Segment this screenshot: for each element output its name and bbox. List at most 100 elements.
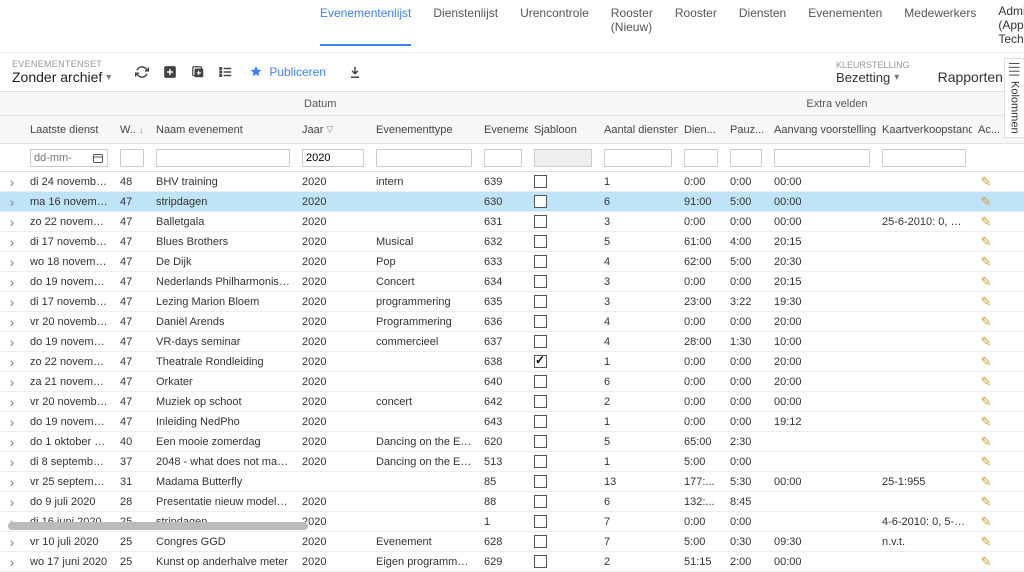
edit-icon[interactable]: ✎ — [981, 334, 992, 349]
table-row[interactable]: wo 17 juni 202025Kunst op anderhalve met… — [0, 552, 1024, 572]
cell-action[interactable]: ✎ — [972, 454, 1000, 470]
refresh-icon[interactable] — [133, 63, 151, 81]
table-row[interactable]: ma 16 novembe...47stripdagen2020630691:0… — [0, 192, 1024, 212]
cell-sjabloon[interactable] — [528, 555, 598, 568]
publish-button[interactable]: Publiceren — [249, 65, 326, 79]
nav-medewerkers[interactable]: Medewerkers — [904, 4, 976, 46]
table-row[interactable]: zo 22 november...47Theatrale Rondleiding… — [0, 352, 1024, 372]
filter-type[interactable] — [376, 149, 472, 167]
cell-action[interactable]: ✎ — [972, 254, 1000, 270]
filter-pauz[interactable] — [730, 149, 762, 167]
table-row[interactable]: vr 20 november...47Daniël Arends2020Prog… — [0, 312, 1024, 332]
col-dienst[interactable]: Dien... — [678, 124, 724, 136]
edit-icon[interactable]: ✎ — [981, 414, 992, 429]
filter-aantal[interactable] — [604, 149, 672, 167]
cell-action[interactable]: ✎ — [972, 514, 1000, 530]
nav-urencontrole[interactable]: Urencontrole — [520, 4, 589, 46]
cell-action[interactable]: ✎ — [972, 334, 1000, 350]
cell-action[interactable]: ✎ — [972, 534, 1000, 550]
cell-action[interactable]: ✎ — [972, 414, 1000, 430]
cell-action[interactable]: ✎ — [972, 234, 1000, 250]
col-sjabloon[interactable]: Sjabloon — [528, 124, 598, 136]
col-actions[interactable]: Ac... — [972, 124, 1000, 136]
cell-action[interactable]: ✎ — [972, 554, 1000, 570]
nav-evenementenlijst[interactable]: Evenementenlijst — [320, 4, 411, 46]
table-row[interactable]: vr 10 juli 202025Congres GGD2020Evenemen… — [0, 532, 1024, 552]
cell-action[interactable]: ✎ — [972, 354, 1000, 370]
nav-diensten[interactable]: Diensten — [739, 4, 786, 46]
col-aanvang[interactable]: Aanvang voorstelling — [768, 124, 876, 136]
expand-toggle[interactable] — [0, 314, 24, 330]
edit-icon[interactable]: ✎ — [981, 434, 992, 449]
list-icon[interactable] — [217, 63, 235, 81]
cell-sjabloon[interactable] — [528, 315, 598, 328]
expand-toggle[interactable] — [0, 174, 24, 190]
filter-naam[interactable] — [156, 149, 290, 167]
edit-icon[interactable]: ✎ — [981, 174, 992, 189]
table-row[interactable]: vr 25 septembe...31Madama Butterfly85131… — [0, 472, 1024, 492]
cell-sjabloon[interactable] — [528, 295, 598, 308]
filter-week[interactable] — [120, 149, 144, 167]
col-kaart[interactable]: Kaartverkoopstand — [876, 124, 972, 136]
edit-icon[interactable]: ✎ — [981, 514, 992, 529]
cell-sjabloon[interactable] — [528, 235, 598, 248]
expand-toggle[interactable] — [0, 494, 24, 510]
cell-sjabloon[interactable] — [528, 355, 598, 368]
edit-icon[interactable]: ✎ — [981, 354, 992, 369]
expand-toggle[interactable] — [0, 214, 24, 230]
cell-action[interactable]: ✎ — [972, 314, 1000, 330]
table-row[interactable]: wo 18 novembe...47De Dijk2020Pop633462:0… — [0, 252, 1024, 272]
edit-icon[interactable]: ✎ — [981, 534, 992, 549]
filter-sjabloon[interactable] — [534, 149, 592, 167]
edit-icon[interactable]: ✎ — [981, 294, 992, 309]
col-jaar[interactable]: Jaar▽ — [296, 124, 370, 136]
edit-icon[interactable]: ✎ — [981, 554, 992, 569]
cell-action[interactable]: ✎ — [972, 394, 1000, 410]
cell-action[interactable]: ✎ — [972, 274, 1000, 290]
expand-toggle[interactable] — [0, 354, 24, 370]
expand-toggle[interactable] — [0, 434, 24, 450]
cell-action[interactable]: ✎ — [972, 474, 1000, 490]
edit-icon[interactable]: ✎ — [981, 314, 992, 329]
cell-sjabloon[interactable] — [528, 455, 598, 468]
cell-sjabloon[interactable] — [528, 175, 598, 188]
edit-icon[interactable]: ✎ — [981, 254, 992, 269]
col-laatste-dienst[interactable]: Laatste dienst — [24, 124, 114, 136]
expand-toggle[interactable] — [0, 474, 24, 490]
table-row[interactable]: do 9 juli 202028Presentatie nieuw model … — [0, 492, 1024, 512]
reports-dropdown[interactable]: Rapporten▾ — [938, 69, 1012, 85]
table-row[interactable]: di 17 november...47Blues Brothers2020Mus… — [0, 232, 1024, 252]
eventset-dropdown[interactable]: Zonder archief ▾ — [12, 69, 111, 85]
table-row[interactable]: di 24 november...48BHV training2020inter… — [0, 172, 1024, 192]
cell-sjabloon[interactable] — [528, 375, 598, 388]
edit-icon[interactable]: ✎ — [981, 454, 992, 469]
cell-action[interactable]: ✎ — [972, 374, 1000, 390]
col-week[interactable]: W..↓ — [114, 124, 150, 136]
cell-sjabloon[interactable] — [528, 475, 598, 488]
cell-sjabloon[interactable] — [528, 215, 598, 228]
table-row[interactable]: do 19 novembe...47Nederlands Philharmoni… — [0, 272, 1024, 292]
col-type[interactable]: Evenementtype — [370, 124, 478, 136]
cell-action[interactable]: ✎ — [972, 174, 1000, 190]
expand-toggle[interactable] — [0, 334, 24, 350]
add-icon[interactable] — [161, 63, 179, 81]
cell-action[interactable]: ✎ — [972, 194, 1000, 210]
nav-rooster-nieuw-[interactable]: Rooster (Nieuw) — [611, 4, 653, 46]
table-row[interactable]: do 19 novembe...47VR-days seminar2020com… — [0, 332, 1024, 352]
cell-sjabloon[interactable] — [528, 435, 598, 448]
colorscheme-dropdown[interactable]: KLEURSTELLING Bezetting▾ — [836, 60, 910, 85]
filter-jaar[interactable] — [302, 149, 364, 167]
cell-sjabloon[interactable] — [528, 275, 598, 288]
edit-icon[interactable]: ✎ — [981, 214, 992, 229]
admin-menu[interactable]: Admin (Applicatiebeheerder Techniek) ▾ — [998, 4, 1024, 46]
col-pauze[interactable]: Pauz... — [724, 124, 768, 136]
expand-toggle[interactable] — [0, 374, 24, 390]
col-naam[interactable]: Naam evenement — [150, 124, 296, 136]
table-row[interactable]: za 21 november...47Orkater202064060:000:… — [0, 372, 1024, 392]
table-row[interactable]: di 17 november...47Lezing Marion Bloem20… — [0, 292, 1024, 312]
edit-icon[interactable]: ✎ — [981, 234, 992, 249]
filter-kaart[interactable] — [882, 149, 966, 167]
table-row[interactable]: do 19 novembe...47Inleiding NedPho202064… — [0, 412, 1024, 432]
cell-sjabloon[interactable] — [528, 515, 598, 528]
table-row[interactable]: zo 22 november...47Balletgala202063130:0… — [0, 212, 1024, 232]
